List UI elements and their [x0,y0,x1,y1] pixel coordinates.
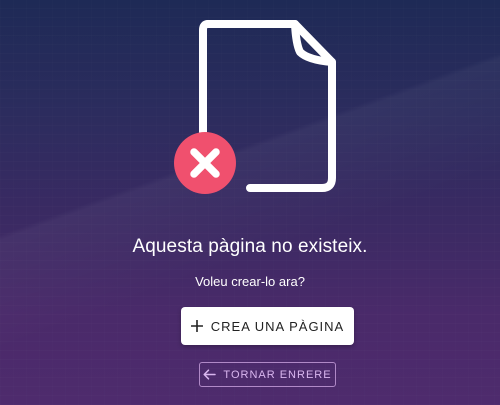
page-title: Aquesta pàgina no existeix. [132,236,368,257]
arrow-left-icon [203,369,217,380]
go-back-label: TORNAR ENRERE [223,368,332,381]
create-page-button[interactable]: CREA UNA PÀGINA [181,307,354,345]
missing-page-illustration [170,14,340,194]
plus-icon [190,320,203,332]
go-back-button[interactable]: TORNAR ENRERE [199,362,336,387]
close-icon [174,132,236,194]
missing-document-icon [174,20,336,194]
page-subtitle: Voleu crear-lo ara? [195,274,305,289]
create-page-label: CREA UNA PÀGINA [210,318,345,334]
